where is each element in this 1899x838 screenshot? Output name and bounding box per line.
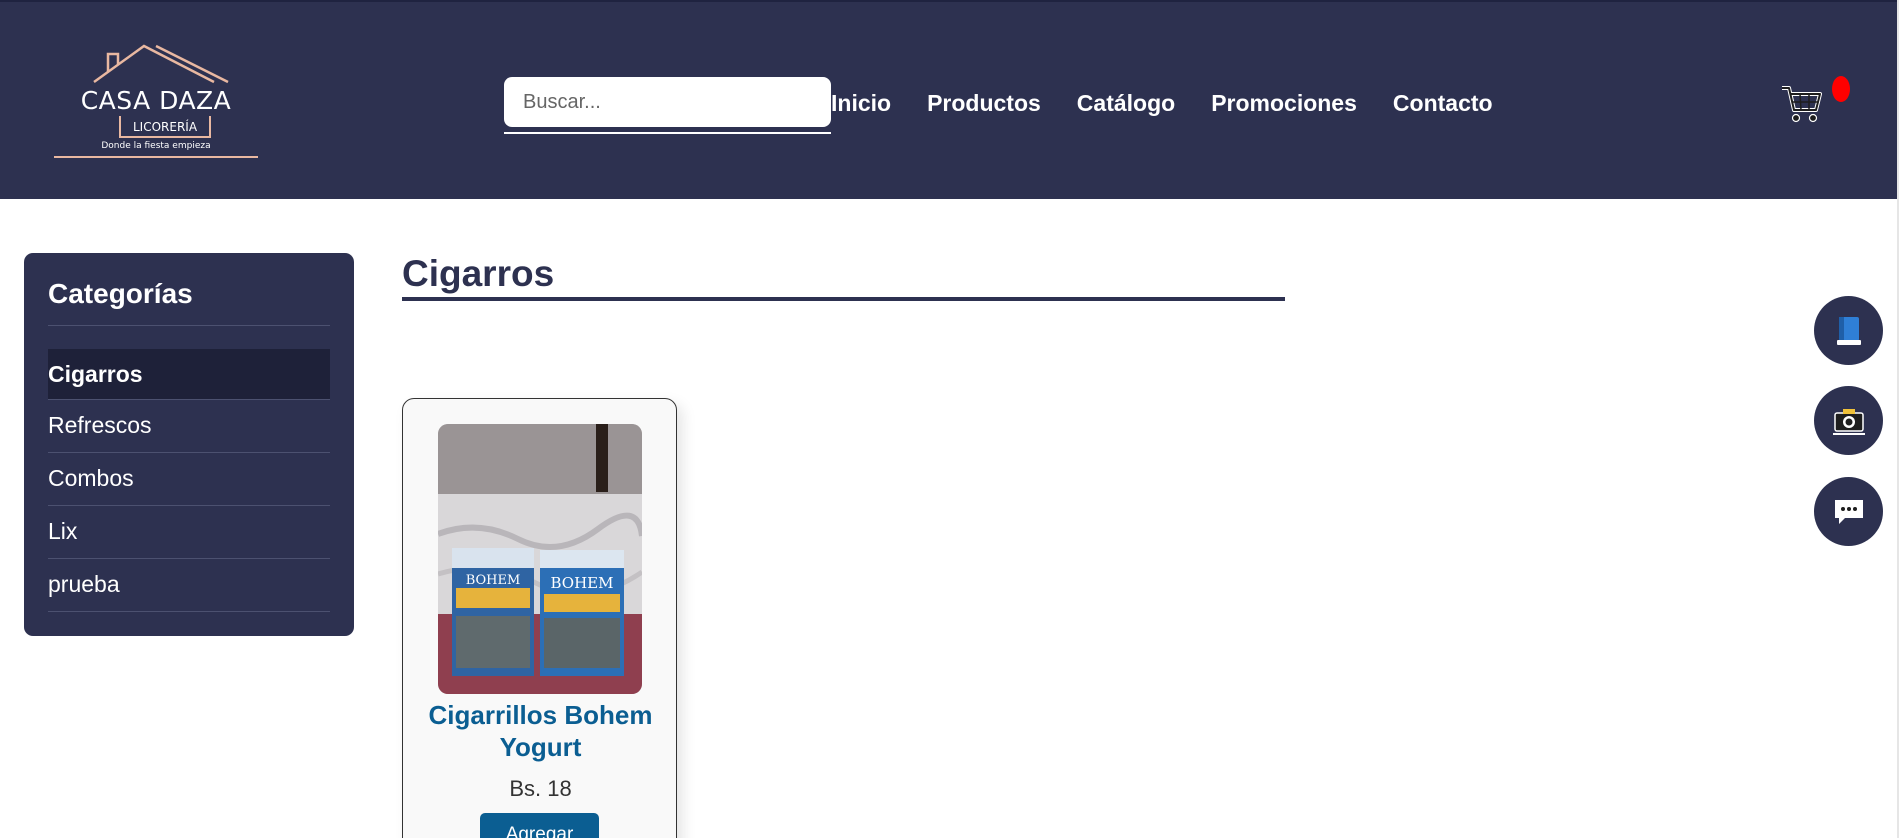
page: CASA DAZA LICORERÍA Donde la fiesta empi… xyxy=(0,0,1899,838)
product-card: BOHEM BOHEM Cigarrillos Bohem Yogurt Bs.… xyxy=(402,398,677,838)
add-to-cart-button[interactable]: Agregar xyxy=(480,813,599,838)
nav-contacto[interactable]: Contacto xyxy=(1393,88,1493,118)
logo-tagline: Donde la fiesta empieza xyxy=(101,141,211,151)
nav-catalogo[interactable]: Catálogo xyxy=(1077,88,1175,118)
nav-promociones[interactable]: Promociones xyxy=(1211,88,1357,118)
site-header: CASA DAZA LICORERÍA Donde la fiesta empi… xyxy=(0,0,1897,199)
chat-icon xyxy=(1834,499,1863,524)
svg-text:BOHEM: BOHEM xyxy=(551,574,614,592)
product-photo: BOHEM BOHEM xyxy=(438,424,642,694)
chat-floating-button[interactable] xyxy=(1814,477,1883,546)
cart-badge xyxy=(1832,76,1850,102)
svg-text:BOHEM: BOHEM xyxy=(466,573,521,588)
category-list: Cigarros Refrescos Combos Lix prueba xyxy=(48,349,330,612)
title-divider xyxy=(402,297,1285,301)
house-roof-icon xyxy=(93,44,229,84)
camera-icon xyxy=(1832,408,1865,435)
logo-underline xyxy=(54,156,258,158)
category-item-lix[interactable]: Lix xyxy=(48,506,330,559)
nav-inicio[interactable]: Inicio xyxy=(831,88,891,118)
category-item-prueba[interactable]: prueba xyxy=(48,559,330,612)
catalog-floating-button[interactable] xyxy=(1814,296,1883,365)
main-nav: Inicio Productos Catálogo Promociones Co… xyxy=(831,88,1493,118)
cart-icon xyxy=(1782,86,1822,123)
sidebar-title: Categorías xyxy=(48,277,330,326)
logo[interactable]: CASA DAZA LICORERÍA Donde la fiesta empi… xyxy=(52,42,260,162)
product-name[interactable]: Cigarrillos Bohem Yogurt xyxy=(413,699,668,763)
book-icon xyxy=(1836,316,1861,345)
search-input[interactable] xyxy=(504,77,831,127)
page-title: Cigarros xyxy=(402,253,555,294)
camera-floating-button[interactable] xyxy=(1814,386,1883,455)
category-item-refrescos[interactable]: Refrescos xyxy=(48,400,330,453)
product-image[interactable]: BOHEM BOHEM xyxy=(438,424,642,694)
categories-sidebar: Categorías Cigarros Refrescos Combos Lix… xyxy=(24,253,354,636)
category-item-combos[interactable]: Combos xyxy=(48,453,330,506)
nav-productos[interactable]: Productos xyxy=(927,88,1041,118)
logo-subtitle: LICORERÍA xyxy=(119,116,211,138)
search-bar xyxy=(504,77,831,134)
cart-button[interactable] xyxy=(1780,84,1822,124)
category-item-cigarros[interactable]: Cigarros xyxy=(48,349,330,400)
logo-name: CASA DAZA xyxy=(80,86,232,115)
product-price: Bs. 18 xyxy=(509,776,572,801)
